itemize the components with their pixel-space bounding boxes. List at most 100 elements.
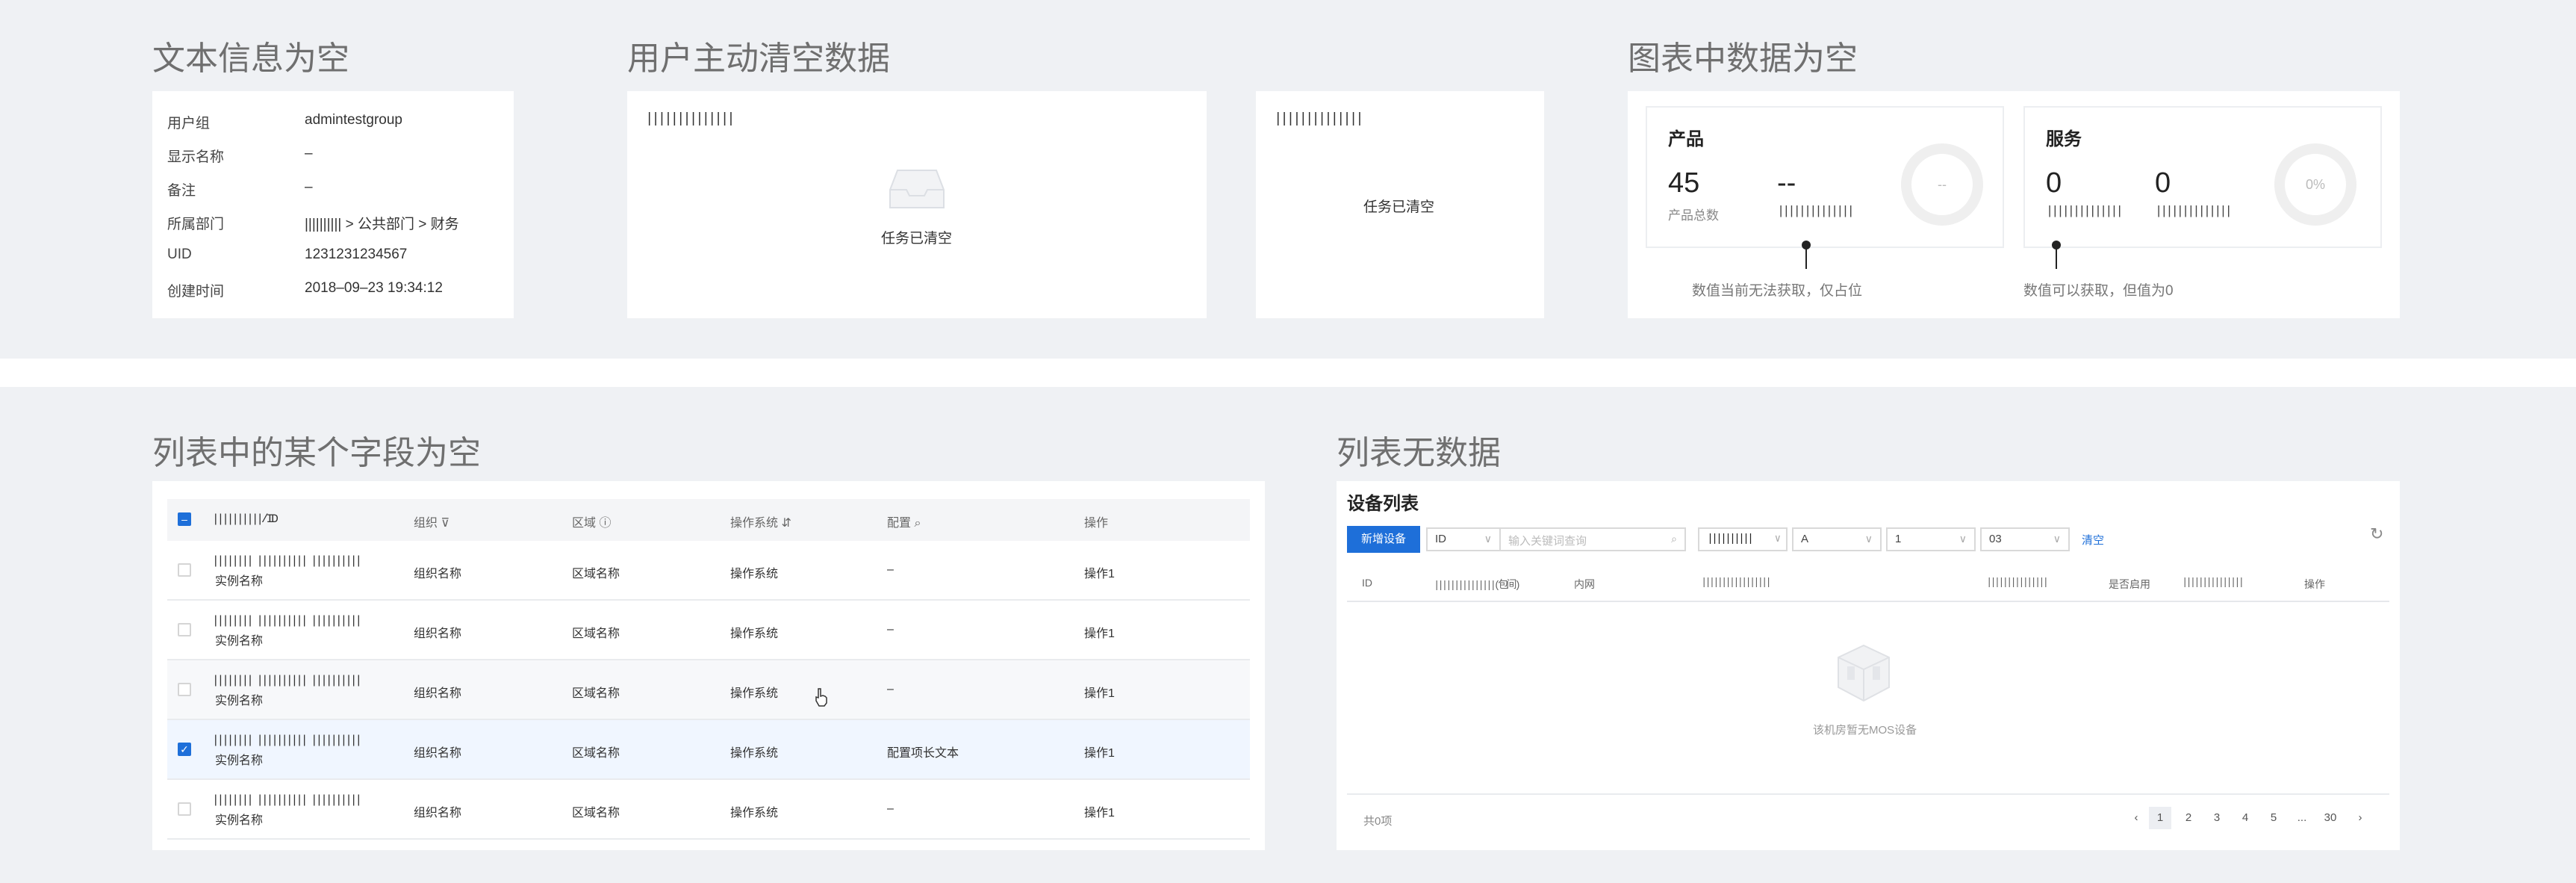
page-4[interactable]: 4 <box>2234 807 2256 829</box>
table-row[interactable]: |||||||| |||||||||| |||||||||| 实例名称 组织名称… <box>167 601 1250 660</box>
row-checkbox[interactable] <box>178 563 191 577</box>
table-row[interactable]: |||||||| |||||||||| |||||||||| 实例名称 组织名称… <box>167 541 1250 601</box>
info-label-display-name: 显示名称 <box>167 149 225 165</box>
row-action-link[interactable]: 操作1 <box>1084 802 1115 820</box>
product-total-label: 产品总数 <box>1668 208 1719 223</box>
row-config: – <box>887 623 894 636</box>
header-intranet: 内网 <box>1574 578 1595 590</box>
service-annotation-line <box>2056 248 2057 269</box>
service-stat-card: 服务 0 |||||||||||||| 0 |||||||||||||| 0% <box>2023 106 2382 248</box>
filter-c-select[interactable]: 1 ∨ <box>1886 527 1976 551</box>
info-value-group: admintestgroup <box>305 112 402 128</box>
product-donut-chart: -- <box>1901 143 1983 226</box>
page-1[interactable]: 1 <box>2149 807 2171 829</box>
table-row[interactable]: |||||||| |||||||||| |||||||||| 实例名称 组织名称… <box>167 780 1250 840</box>
row-region: 区域名称 <box>572 568 620 580</box>
refresh-icon[interactable]: ↻ <box>2370 524 2383 544</box>
filter-icon[interactable]: ⊽ <box>441 517 449 530</box>
add-device-button[interactable]: 新增设备 <box>1347 526 1420 553</box>
info-value-created: 2018–09–23 19:34:12 <box>305 280 443 296</box>
row-os: 操作系统 <box>730 568 779 580</box>
next-page-icon[interactable]: › <box>2349 807 2371 829</box>
header-config[interactable]: 配置 ⌕ <box>887 512 921 530</box>
row-action-link[interactable]: 操作1 <box>1084 563 1115 581</box>
row-org: 组织名称 <box>414 747 462 760</box>
chevron-down-icon: ∨ <box>1959 533 1967 545</box>
page-ellipsis[interactable]: ... <box>2291 807 2313 829</box>
header-region[interactable]: 区域 ⓘ <box>572 512 611 530</box>
service-first-label: |||||||||||||| <box>2046 205 2124 219</box>
header-os[interactable]: 操作系统 ⇵ <box>730 512 791 530</box>
header-os-label: 操作系统 <box>730 517 779 530</box>
header-col5: ||||||||||||||| <box>1986 577 2049 589</box>
table-row[interactable]: |||||||| |||||||||| |||||||||| 实例名称 组织名称… <box>167 660 1250 720</box>
select-all-checkbox[interactable]: – <box>178 512 191 526</box>
header-action: 操作 <box>1084 517 1109 530</box>
row-region: 区域名称 <box>572 687 620 700</box>
row-org: 组织名称 <box>414 807 462 820</box>
row-checkbox[interactable] <box>178 623 191 636</box>
row-checkbox[interactable] <box>178 683 191 696</box>
header-config-label: 配置 <box>887 517 912 530</box>
row-name: |||||||| |||||||||| |||||||||| <box>212 734 362 747</box>
cleared-card-large: |||||||||||||| 任务已清空 <box>627 91 1207 318</box>
cleared-card-message: 任务已清空 <box>1363 199 1435 215</box>
footer-divider <box>1347 793 2389 795</box>
filter-a-select[interactable]: |||||||||| ∨ <box>1698 527 1788 551</box>
service-second-label: |||||||||||||| <box>2155 205 2233 219</box>
sort-icon[interactable]: ⇵ <box>781 517 791 530</box>
product-second-value: -- <box>1777 167 1796 199</box>
page-3[interactable]: 3 <box>2206 807 2228 829</box>
product-annotation-note: 数值当前无法获取，仅占位 <box>1692 283 1863 299</box>
instance-table: – ||||||||||/ID 组织 ⊽ 区域 ⓘ 操作系统 ⇵ 配置 ⌕ 操作… <box>152 481 1265 850</box>
service-title: 服务 <box>2046 129 2082 149</box>
service-annotation-note: 数值可以获取，但值为0 <box>2023 283 2174 299</box>
page-30[interactable]: 30 <box>2319 807 2342 829</box>
row-config: – <box>887 802 894 815</box>
cleared-card-small: |||||||||||||| 任务已清空 <box>1256 91 1544 318</box>
row-region: 区域名称 <box>572 628 620 640</box>
section-title-chart-empty: 图表中数据为空 <box>1628 40 1858 77</box>
row-subname: 实例名称 <box>215 575 264 588</box>
section-title-text-empty: 文本信息为空 <box>152 40 349 77</box>
info-value-department: |||||||||| > 公共部门 > 财务 <box>305 217 459 232</box>
row-divider <box>167 838 1250 840</box>
info-label-group: 用户组 <box>167 116 211 131</box>
header-org-label: 组织 <box>414 517 438 530</box>
row-action-link[interactable]: 操作1 <box>1084 743 1115 760</box>
page-5[interactable]: 5 <box>2262 807 2285 829</box>
section-title-list-no-data: 列表无数据 <box>1337 435 1501 471</box>
search-input[interactable]: 输入关键词查询 ⌕ <box>1499 527 1686 551</box>
row-name: |||||||| |||||||||| |||||||||| <box>212 674 362 687</box>
page-2[interactable]: 2 <box>2177 807 2200 829</box>
filter-d-value: 03 <box>1989 533 2002 545</box>
row-checkbox[interactable] <box>178 802 191 816</box>
row-subname: 实例名称 <box>215 695 264 707</box>
row-region: 区域名称 <box>572 807 620 820</box>
device-table-header: ID |||||||||||||||(包间) 内网 ||||||||||||||… <box>1347 565 2389 602</box>
filter-d-select[interactable]: 03 ∨ <box>1980 527 2070 551</box>
service-second-value: 0 <box>2155 167 2171 199</box>
row-config: – <box>887 683 894 695</box>
clear-filters-link[interactable]: 清空 <box>2082 532 2104 548</box>
help-icon[interactable]: ⓘ <box>599 517 611 530</box>
filter-b-select[interactable]: A ∨ <box>1792 527 1882 551</box>
header-id: ID <box>1362 577 1372 589</box>
row-os: 操作系统 <box>730 628 779 640</box>
row-action-link[interactable]: 操作1 <box>1084 683 1115 701</box>
chevron-down-icon: ∨ <box>1774 533 1782 545</box>
table-row-selected[interactable]: ✓ |||||||| |||||||||| |||||||||| 实例名称 组织… <box>167 720 1250 780</box>
row-config: – <box>887 563 894 576</box>
row-action-link[interactable]: 操作1 <box>1084 623 1115 641</box>
header-org[interactable]: 组织 ⊽ <box>414 512 449 530</box>
prev-page-icon[interactable]: ‹ <box>2125 807 2147 829</box>
row-checkbox-checked[interactable]: ✓ <box>178 743 191 756</box>
empty-inbox-icon <box>889 170 945 208</box>
search-icon[interactable]: ⌕ <box>914 517 921 530</box>
row-subname: 实例名称 <box>215 755 264 767</box>
search-icon[interactable]: ⌕ <box>1671 533 1677 545</box>
row-org: 组织名称 <box>414 628 462 640</box>
filter-field-select[interactable]: ID ∨ <box>1426 527 1501 551</box>
info-label-remark: 备注 <box>167 183 196 199</box>
header-col4: ||||||||||||||||| <box>1701 577 1772 589</box>
